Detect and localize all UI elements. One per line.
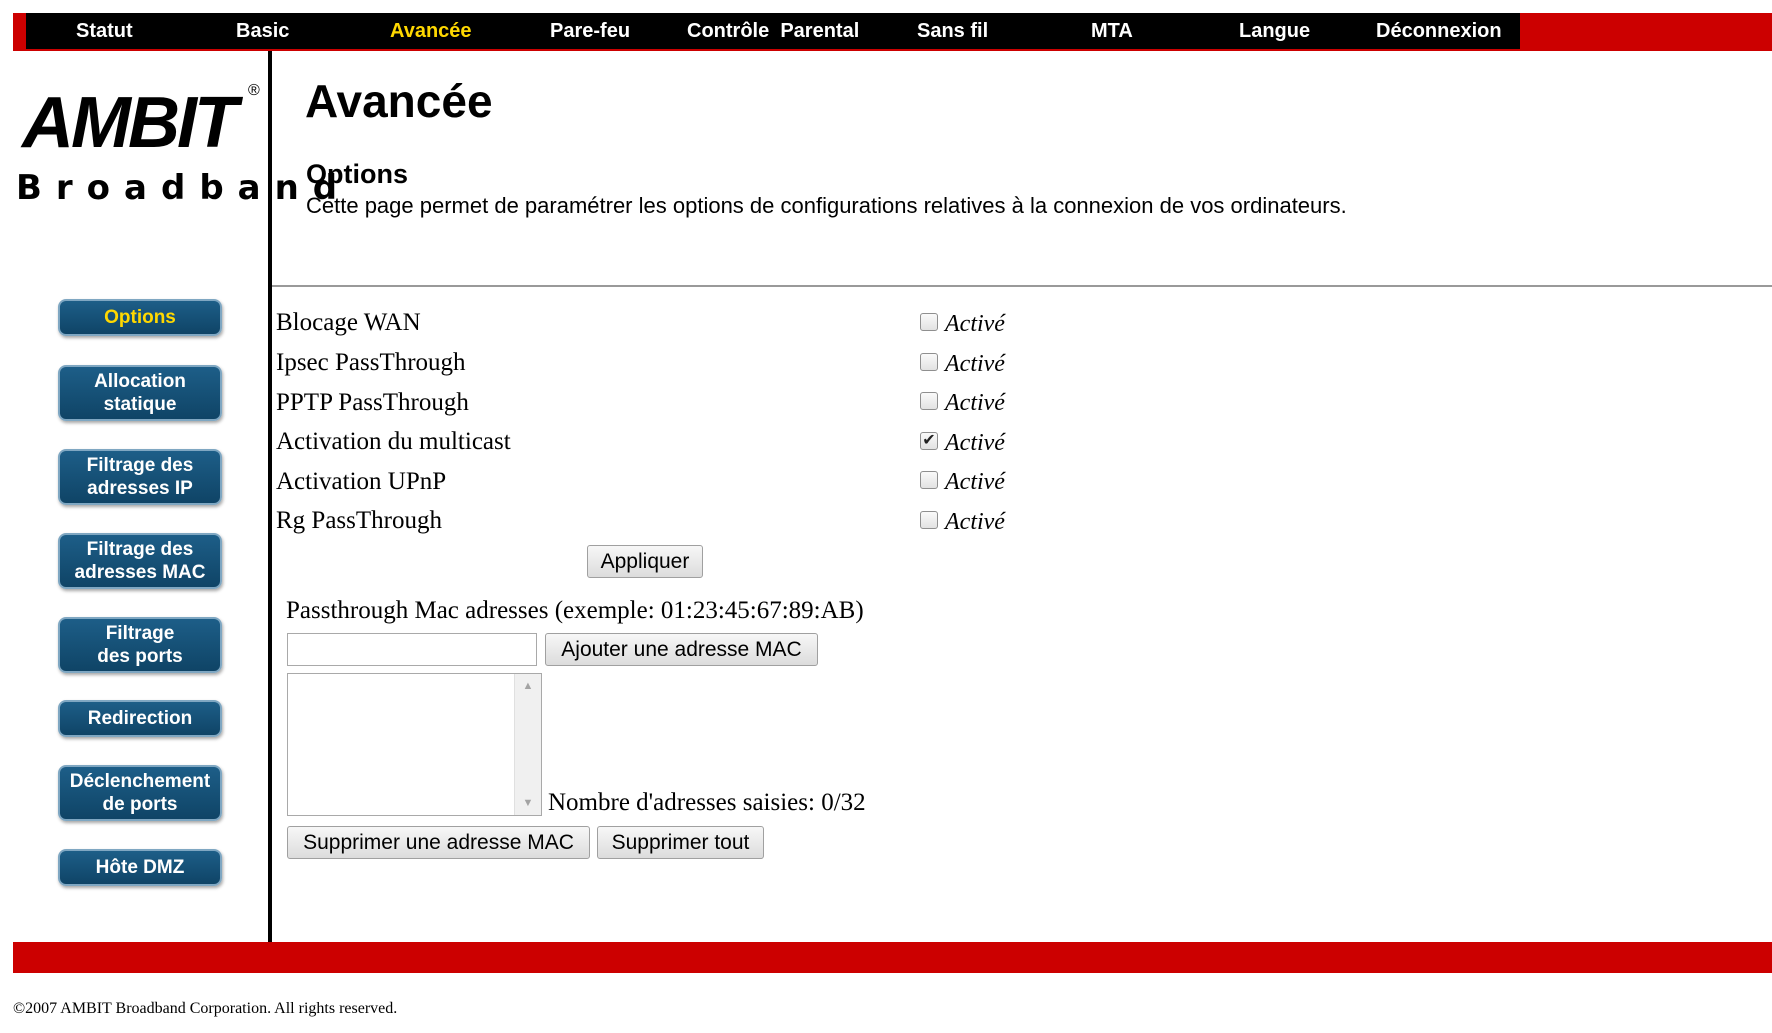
header-divider xyxy=(272,285,1772,287)
checkbox-ipsec[interactable] xyxy=(920,353,938,371)
remove-all-button[interactable]: Supprimer tout xyxy=(597,826,764,859)
option-label-blocage-wan: Blocage WAN xyxy=(276,309,421,336)
address-count-label: Nombre d'adresses saisies: 0/32 xyxy=(548,789,866,816)
checkbox-label: Activé xyxy=(945,390,1005,416)
checkbox-label: Activé xyxy=(945,311,1005,337)
sidebar-item-filtrage-ports[interactable]: Filtrage des ports xyxy=(58,617,222,673)
nav-langue[interactable]: Langue xyxy=(1239,13,1310,49)
sidebar-item-declenchement-ports[interactable]: Déclenchement de ports xyxy=(58,765,222,821)
nav-avancee[interactable]: Avancée xyxy=(390,13,472,49)
sidebar-item-label: Redirection xyxy=(87,708,193,729)
sidebar-item-filtrage-mac[interactable]: Filtrage des adresses MAC xyxy=(58,533,222,589)
checkbox-label: Activé xyxy=(945,509,1005,535)
option-label-upnp: Activation UPnP xyxy=(276,468,447,495)
sidebar-item-options[interactable]: Options xyxy=(58,299,222,336)
nav-basic[interactable]: Basic xyxy=(236,13,289,49)
page-title: Avancée xyxy=(305,75,493,127)
nav-statut[interactable]: Statut xyxy=(76,13,133,49)
nav-sans-fil[interactable]: Sans fil xyxy=(917,13,988,49)
sidebar-item-label: Filtrage des adresses IP xyxy=(86,455,194,499)
footer-red-bar xyxy=(13,942,1772,973)
mac-address-input[interactable] xyxy=(287,633,537,666)
sidebar-item-hote-dmz[interactable]: Hôte DMZ xyxy=(58,849,222,886)
option-label-pptp: PPTP PassThrough xyxy=(276,389,469,416)
sidebar-item-label: Hôte DMZ xyxy=(95,857,185,878)
logo-broadband-text: Broadband xyxy=(16,168,352,208)
vertical-divider xyxy=(268,51,272,942)
list-scrollbar[interactable]: ▲ ▼ xyxy=(514,674,541,815)
option-label-ipsec: Ipsec PassThrough xyxy=(276,349,466,376)
scroll-up-icon[interactable]: ▲ xyxy=(515,676,541,696)
logo-ambit-text: AMBIT xyxy=(22,83,238,163)
copyright-text: ©2007 AMBIT Broadband Corporation. All r… xyxy=(13,1000,398,1017)
checkbox-label: Activé xyxy=(945,351,1005,377)
checkbox-pptp[interactable] xyxy=(920,392,938,410)
sidebar-item-filtrage-ip[interactable]: Filtrage des adresses IP xyxy=(58,449,222,505)
section-description: Cette page permet de paramétrer les opti… xyxy=(306,193,1347,218)
nav-mta[interactable]: MTA xyxy=(1091,13,1133,49)
sidebar-item-label: Déclenchement de ports xyxy=(69,771,211,815)
checkmark-icon: ✔ xyxy=(922,432,936,449)
sidebar-item-allocation-statique[interactable]: Allocation statique xyxy=(58,365,222,421)
checkbox-label: Activé xyxy=(945,469,1005,495)
checkbox-label: Activé xyxy=(945,430,1005,456)
checkbox-blocage-wan[interactable] xyxy=(920,313,938,331)
add-mac-button[interactable]: Ajouter une adresse MAC xyxy=(545,633,818,666)
nav-controle-parental[interactable]: Contrôle Parental xyxy=(687,13,859,49)
nav-deconnexion[interactable]: Déconnexion xyxy=(1376,13,1502,49)
sidebar-item-label: Options xyxy=(104,307,176,328)
apply-button[interactable]: Appliquer xyxy=(587,545,703,578)
nav-pare-feu[interactable]: Pare-feu xyxy=(550,13,630,49)
checkbox-rg[interactable] xyxy=(920,511,938,529)
scroll-down-icon[interactable]: ▼ xyxy=(515,793,541,813)
option-label-rg: Rg PassThrough xyxy=(276,507,442,534)
sidebar-item-label: Allocation statique xyxy=(94,371,186,415)
ambit-logo: AMBIT ® Broadband xyxy=(16,80,337,210)
checkbox-multicast[interactable]: ✔ xyxy=(920,432,938,450)
top-navigation: Statut Basic Avancée Pare-feu Contrôle P… xyxy=(26,13,1520,49)
mac-passthrough-label: Passthrough Mac adresses (exemple: 01:23… xyxy=(286,597,864,624)
sidebar-item-label: Filtrage des adresses MAC xyxy=(74,539,206,583)
sidebar-item-label: Filtrage des ports xyxy=(97,623,183,667)
sidebar-item-redirection[interactable]: Redirection xyxy=(58,700,222,737)
mac-address-list[interactable]: ▲ ▼ xyxy=(287,673,542,816)
remove-mac-button[interactable]: Supprimer une adresse MAC xyxy=(287,826,590,859)
registered-mark: ® xyxy=(248,82,260,99)
option-label-multicast: Activation du multicast xyxy=(276,428,511,455)
checkbox-upnp[interactable] xyxy=(920,471,938,489)
section-title: Options xyxy=(306,159,408,189)
